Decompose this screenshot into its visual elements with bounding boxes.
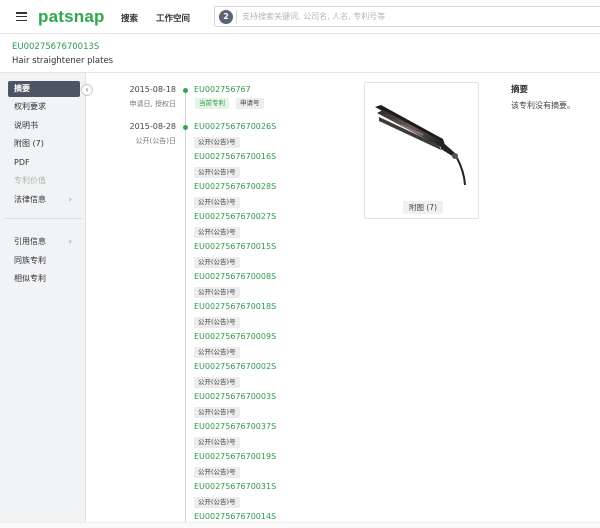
search-box: 2 (214, 6, 600, 27)
application-number-link[interactable]: EU002756767 (194, 85, 251, 94)
chevron-right-icon: › (68, 237, 72, 247)
publication-entry: EU0027567670027S 公开(公告)号 (194, 212, 354, 242)
chevron-right-icon: › (68, 195, 72, 205)
publication-number-tag: 公开(公告)号 (194, 287, 240, 298)
publication-entry: EU0027567670026S 公开(公告)号 (194, 122, 354, 152)
publication-number-link[interactable]: EU0027567670009S (194, 332, 354, 347)
publication-number-link[interactable]: EU0027567670027S (194, 212, 354, 227)
current-patent-tag: 当前专利 (195, 98, 229, 109)
patsnap-logo[interactable]: patsnap (38, 7, 105, 27)
patent-title: Hair straightener plates (12, 56, 114, 66)
publication-entry: EU0027567670019S 公开(公告)号 (194, 452, 354, 482)
sidebar-item-claims[interactable]: 权利要求 (8, 99, 80, 115)
sidebar-item-citations[interactable]: 引用信息 › (8, 234, 80, 250)
search-input[interactable] (242, 8, 592, 25)
publication-number-link[interactable]: EU0027567670028S (194, 182, 354, 197)
sidebar-item-label: 引用信息 (14, 237, 46, 246)
publication-number-tag: 公开(公告)号 (194, 227, 240, 238)
sidebar-item-patent-value: 专利价值 (8, 173, 80, 189)
publication-entry: EU0027567670028S 公开(公告)号 (194, 182, 354, 212)
nav-workspace[interactable]: 工作空间 (156, 12, 190, 24)
publication-number-link[interactable]: EU0027567670026S (194, 122, 354, 137)
timeline-date: 2015-08-28 (129, 122, 177, 131)
publication-entry: EU0027567670008S 公开(公告)号 (194, 272, 354, 302)
timeline-date-label: 申请日, 授权日 (129, 100, 176, 108)
publication-entry: EU0027567670009S 公开(公告)号 (194, 332, 354, 362)
sidebar-item-label: PDF (14, 158, 30, 167)
publication-number-link[interactable]: EU0027567670003S (194, 392, 354, 407)
publication-number-link[interactable]: EU0027567670015S (194, 242, 354, 257)
figure-caption[interactable]: 附图 (7) (403, 201, 444, 214)
publication-entry: EU0027567670015S 公开(公告)号 (194, 242, 354, 272)
timeline-date: 2015-08-18 (129, 85, 177, 94)
sidebar-item-similar-patents[interactable]: 相似专利 (8, 271, 80, 287)
publication-number-tag: 公开(公告)号 (194, 497, 240, 508)
publication-number-link[interactable]: EU0027567670002S (194, 362, 354, 377)
patent-number: EU0027567670013S (12, 42, 100, 52)
sidebar-item-description[interactable]: 说明书 (8, 118, 80, 134)
publication-list: EU0027567670026S 公开(公告)号 EU0027567670016S 公… (194, 122, 354, 528)
abstract-heading: 摘要 (511, 85, 529, 95)
sidebar-item-abstract[interactable]: 摘要 (8, 81, 80, 97)
top-bar: patsnap 搜索 工作空间 2 (0, 0, 600, 34)
timeline-dot (183, 125, 188, 130)
title-divider (0, 72, 600, 73)
publication-number-tag: 公开(公告)号 (194, 167, 240, 178)
publication-number-tag: 公开(公告)号 (194, 407, 240, 418)
publication-entry: EU0027567670037S 公开(公告)号 (194, 422, 354, 452)
publication-number-tag: 公开(公告)号 (194, 257, 240, 268)
abstract-text: 该专利没有摘要。 (511, 101, 575, 110)
publication-number-tag: 公开(公告)号 (194, 137, 240, 148)
sidebar-item-figures[interactable]: 附图 (7) (8, 136, 80, 152)
publication-number-tag: 公开(公告)号 (194, 347, 240, 358)
search-mode-badge[interactable]: 2 (219, 10, 233, 24)
publication-number-tag: 公开(公告)号 (194, 377, 240, 388)
publication-number-tag: 公开(公告)号 (194, 467, 240, 478)
menu-icon[interactable] (16, 12, 27, 22)
publication-entry: EU0027567670018S 公开(公告)号 (194, 302, 354, 332)
publication-entry: EU0027567670016S 公开(公告)号 (194, 152, 354, 182)
sidebar-item-label: 摘要 (14, 84, 30, 93)
sidebar-item-label: 说明书 (14, 121, 38, 130)
publication-number-link[interactable]: EU0027567670008S (194, 272, 354, 287)
publication-number-link[interactable]: EU0027567670031S (194, 482, 354, 497)
sidebar: 摘要 权利要求 说明书 附图 (7) PDF 专利价值 法律信息 › 引用信息 › … (0, 73, 86, 528)
publication-entry: EU0027567670003S 公开(公告)号 (194, 392, 354, 422)
timeline-line (185, 88, 186, 528)
bottom-status-strip (0, 522, 600, 528)
timeline-dot (183, 88, 188, 93)
publication-number-link[interactable]: EU0027567670016S (194, 152, 354, 167)
publication-entry: EU0027567670031S 公开(公告)号 (194, 482, 354, 512)
sidebar-item-legal-info[interactable]: 法律信息 › (8, 192, 80, 208)
sidebar-item-family-patents[interactable]: 同族专利 (8, 253, 80, 269)
sidebar-item-label: 权利要求 (14, 102, 46, 111)
timeline-date-label: 公开(公告)日 (135, 137, 176, 145)
figure-card[interactable]: 附图 (7) (364, 82, 479, 219)
sidebar-item-label: 法律信息 (14, 195, 46, 204)
hair-straightener-image (375, 105, 466, 186)
sidebar-item-label: 专利价值 (14, 176, 46, 185)
publication-number-link[interactable]: EU0027567670018S (194, 302, 354, 317)
sidebar-item-label: 附图 (7) (14, 139, 44, 148)
nav-search[interactable]: 搜索 (121, 12, 138, 24)
sidebar-divider (4, 218, 82, 219)
search-separator (236, 10, 237, 24)
publication-number-tag: 公开(公告)号 (194, 317, 240, 328)
application-number-tag: 申请号 (236, 98, 264, 109)
publication-entry: EU0027567670002S 公开(公告)号 (194, 362, 354, 392)
publication-number-tag: 公开(公告)号 (194, 197, 240, 208)
sidebar-item-label: 同族专利 (14, 256, 46, 265)
publication-number-link[interactable]: EU0027567670037S (194, 422, 354, 437)
publication-number-tag: 公开(公告)号 (194, 437, 240, 448)
publication-number-link[interactable]: EU0027567670019S (194, 452, 354, 467)
sidebar-item-pdf[interactable]: PDF (8, 155, 80, 171)
sidebar-item-label: 相似专利 (14, 274, 46, 283)
